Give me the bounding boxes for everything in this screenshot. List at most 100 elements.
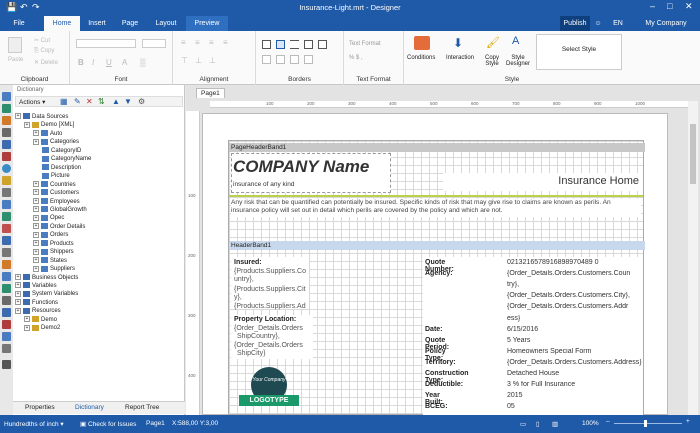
- underline-icon[interactable]: U: [106, 58, 112, 67]
- tab-insert[interactable]: Insert: [80, 16, 114, 31]
- fit-page-icon[interactable]: ▯: [536, 420, 540, 428]
- text-tool-icon[interactable]: [2, 92, 11, 101]
- map-tool-icon[interactable]: [2, 164, 11, 173]
- tab-properties[interactable]: Properties: [25, 404, 55, 411]
- check-issues-button[interactable]: ▣ Check for Issues: [80, 420, 136, 428]
- insured-line-3[interactable]: {Products.Suppliers.Cit: [234, 286, 306, 293]
- expand-icon[interactable]: +: [33, 181, 39, 188]
- style-designer-icon[interactable]: A: [512, 35, 519, 47]
- field-value[interactable]: Homeowners Special Form: [507, 348, 643, 355]
- crosstab-tool-icon[interactable]: [2, 236, 11, 245]
- expand-icon[interactable]: +: [24, 316, 30, 323]
- multi-page-icon[interactable]: ▥: [552, 420, 558, 428]
- align-left-icon[interactable]: ≡: [181, 38, 186, 47]
- report-page[interactable]: PageHeaderBand1 COMPANY Name insurance o…: [228, 140, 645, 415]
- sort-icon[interactable]: ⇅: [98, 97, 105, 106]
- tree-item[interactable]: Description: [42, 164, 81, 172]
- tree-item[interactable]: + Order Details: [33, 223, 85, 231]
- insured-label[interactable]: Insured:: [234, 259, 262, 266]
- tree-item[interactable]: + Demo2: [24, 324, 60, 332]
- border-color-icon[interactable]: [276, 55, 285, 64]
- delete-button[interactable]: ✕ Delete: [34, 59, 58, 66]
- tree-item[interactable]: + Opec: [33, 214, 64, 222]
- field-value[interactable]: {Order_Details.Orders.Customers.Coun: [507, 270, 643, 277]
- units-selector[interactable]: Hundredths of inch ▾: [4, 420, 64, 428]
- fit-width-icon[interactable]: ▭: [520, 420, 526, 428]
- tab-preview[interactable]: Preview: [186, 16, 228, 31]
- insured-line-1[interactable]: {Products.Suppliers.Co: [234, 268, 306, 275]
- zip-tool-icon[interactable]: [2, 272, 11, 281]
- field-label[interactable]: Agency:: [425, 270, 453, 277]
- field-value[interactable]: 0213216578916898970489 0: [507, 259, 643, 266]
- field-value[interactable]: 05: [507, 403, 643, 410]
- subreport-tool-icon[interactable]: [2, 188, 11, 197]
- tree-item[interactable]: + Orders: [33, 231, 68, 239]
- tree-item[interactable]: + Auto: [33, 130, 62, 138]
- field-value[interactable]: 2015: [507, 392, 643, 399]
- align-bottom-icon[interactable]: ⊥: [209, 56, 216, 65]
- font-name-select[interactable]: [76, 39, 136, 48]
- tree-item[interactable]: + Employees: [33, 197, 80, 206]
- account-menu[interactable]: My Company: [636, 16, 696, 31]
- field-value[interactable]: Detached House: [507, 370, 643, 377]
- border-left-icon[interactable]: [304, 40, 313, 49]
- tree-item[interactable]: + Data Sources: [15, 113, 68, 121]
- align-center-icon[interactable]: ≡: [195, 38, 200, 47]
- tree-item[interactable]: + Countries: [33, 181, 76, 189]
- property-line-4[interactable]: ShipCity}: [237, 350, 265, 357]
- tree-item[interactable]: + States: [33, 257, 67, 265]
- expand-icon[interactable]: +: [33, 248, 39, 255]
- interaction-button[interactable]: Interaction: [446, 55, 474, 61]
- bold-icon[interactable]: B: [78, 58, 84, 67]
- language-selector[interactable]: EN: [604, 16, 632, 31]
- tree-item[interactable]: Picture: [42, 172, 70, 180]
- expand-icon[interactable]: +: [15, 113, 21, 120]
- select-style-gallery[interactable]: Select Style: [536, 34, 622, 70]
- insured-line-2[interactable]: untry},: [234, 276, 254, 283]
- expand-icon[interactable]: +: [33, 130, 39, 137]
- copy-button[interactable]: ⎘ Copy: [34, 48, 54, 55]
- justify-icon[interactable]: ≡: [223, 38, 228, 47]
- tree-item[interactable]: + Business Objects: [15, 273, 78, 282]
- page-tab[interactable]: Page1: [196, 88, 225, 98]
- page-header-band[interactable]: PageHeaderBand1: [229, 143, 645, 152]
- paste-button[interactable]: Paste: [8, 57, 23, 63]
- expand-icon[interactable]: +: [33, 265, 39, 272]
- expand-icon[interactable]: +: [15, 290, 21, 297]
- report-title[interactable]: Insurance Home: [558, 175, 639, 187]
- image-tool-icon[interactable]: [2, 104, 11, 113]
- tree-item[interactable]: + Shippers: [33, 248, 74, 256]
- field-value[interactable]: ess}: [507, 315, 643, 322]
- interaction-icon[interactable]: ⬇: [453, 36, 463, 50]
- cut-button[interactable]: ✂ Cut: [34, 37, 50, 44]
- expand-icon[interactable]: +: [24, 324, 30, 331]
- tab-dictionary[interactable]: Dictionary: [75, 404, 104, 411]
- settings-tool-icon[interactable]: [2, 360, 11, 369]
- new-datasource-icon[interactable]: ▦: [60, 97, 68, 106]
- align-right-icon[interactable]: ≡: [209, 38, 214, 47]
- property-label[interactable]: Property Location:: [234, 316, 296, 323]
- insured-line-5[interactable]: {Products.Suppliers.Ad: [234, 303, 306, 310]
- chart-tool-icon[interactable]: [2, 116, 11, 125]
- expand-icon[interactable]: +: [15, 307, 21, 314]
- field-value[interactable]: {Order_Details.Orders.Customers.City},: [507, 292, 643, 299]
- tree-item[interactable]: + Categories: [33, 138, 79, 146]
- field-value[interactable]: {Order_Details.Orders.Customers.Addr: [507, 303, 643, 310]
- border-all-icon[interactable]: [262, 40, 271, 49]
- align-top-icon[interactable]: ⊤: [181, 56, 188, 65]
- cross-tool-icon[interactable]: [2, 344, 11, 353]
- field-label[interactable]: Deductible:: [425, 381, 463, 388]
- tree-item[interactable]: + GlobalGrowth: [33, 206, 87, 214]
- line-tool-icon[interactable]: [2, 248, 11, 257]
- tree-item[interactable]: + Resources: [15, 307, 61, 315]
- tree-item[interactable]: CategoryName: [42, 155, 91, 163]
- group-tool-icon[interactable]: [2, 332, 11, 341]
- zoom-slider-thumb[interactable]: [644, 420, 647, 427]
- property-line-2[interactable]: ShipCountry},: [237, 333, 280, 340]
- zoom-out-icon[interactable]: –: [606, 418, 610, 425]
- field-label[interactable]: BCEG:: [425, 403, 448, 410]
- expand-icon[interactable]: +: [33, 257, 39, 264]
- barcode-tool-icon[interactable]: [2, 140, 11, 149]
- publish-button[interactable]: Publish: [560, 16, 590, 31]
- field-label[interactable]: Date:: [425, 326, 443, 333]
